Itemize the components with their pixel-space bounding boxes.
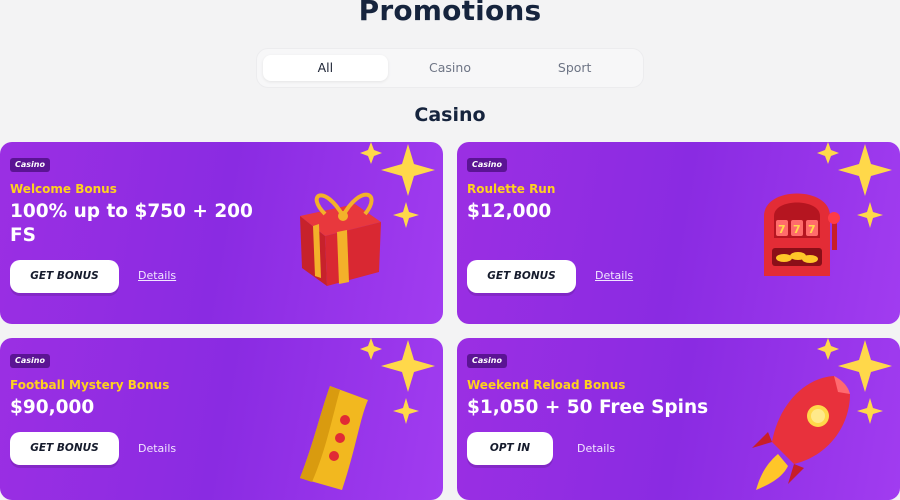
category-badge: Casino — [467, 158, 507, 172]
category-badge: Casino — [10, 158, 50, 172]
details-link[interactable]: Details — [138, 269, 176, 282]
promo-card-football-mystery-bonus: Casino Football Mystery Bonus $90,000 GE… — [0, 338, 443, 500]
promo-card-welcome-bonus: Casino Welcome Bonus 100% up to $750 + 2… — [0, 142, 443, 324]
promo-name: Welcome Bonus — [10, 182, 117, 196]
promotions-page: Promotions All Casino Sport Casino Casin… — [0, 0, 900, 500]
promo-amount: $12,000 — [467, 201, 552, 222]
sparkles-icon — [817, 338, 892, 392]
details-link[interactable]: Details — [138, 442, 176, 455]
category-badge: Casino — [467, 354, 507, 368]
get-bonus-button[interactable]: GET BONUS — [467, 260, 576, 293]
promo-amount: 100% up to $750 + 200 FS — [10, 201, 253, 246]
promo-name: Weekend Reload Bonus — [467, 378, 626, 392]
promo-name: Football Mystery Bonus — [10, 378, 170, 392]
get-bonus-button[interactable]: GET BONUS — [10, 260, 119, 293]
category-badge: Casino — [10, 354, 50, 368]
promo-card-weekend-reload-bonus: Casino Weekend Reload Bonus $1,050 + 50 … — [457, 338, 900, 500]
page-title: Promotions — [358, 0, 542, 27]
tab-all[interactable]: All — [263, 55, 388, 81]
section-title: Casino — [414, 104, 486, 126]
promo-amount: $90,000 — [10, 397, 95, 418]
details-link[interactable]: Details — [595, 269, 633, 282]
promo-amount: $1,050 + 50 Free Spins — [467, 397, 709, 418]
small-sparkle-icon — [857, 398, 883, 424]
svg-text:7: 7 — [778, 223, 786, 236]
promo-filter-tabs: All Casino Sport — [256, 48, 644, 88]
small-sparkle-icon — [393, 398, 419, 424]
get-bonus-button[interactable]: GET BONUS — [10, 432, 119, 465]
promo-card-roulette-run: Casino Roulette Run $12,000 GET BONUS De… — [457, 142, 900, 324]
svg-text:7: 7 — [793, 223, 801, 236]
tab-casino[interactable]: Casino — [388, 55, 513, 81]
opt-in-button[interactable]: OPT IN — [467, 432, 553, 465]
tab-sport[interactable]: Sport — [512, 55, 637, 81]
small-sparkle-icon — [857, 202, 883, 228]
details-link[interactable]: Details — [577, 442, 615, 455]
promo-name: Roulette Run — [467, 182, 556, 196]
sparkles-icon — [817, 142, 892, 196]
small-sparkle-icon — [393, 202, 419, 228]
